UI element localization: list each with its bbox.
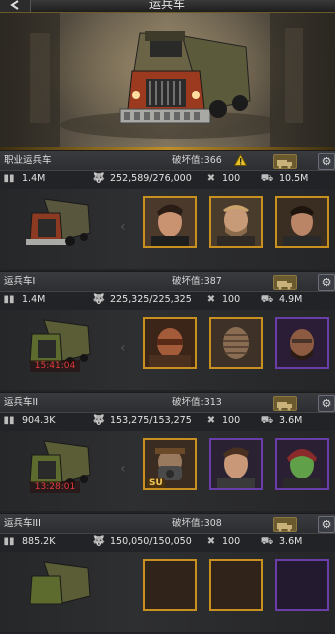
carrier-name: 运兵车I [4,276,36,287]
damage-value: 破坏值:387 [172,276,222,287]
stats-row: ▮▮ 885.2K 🐺 150,050/150,050 ✖ 100 ⛟ 3.6M [0,533,335,551]
hero-portrait-slot-3[interactable] [275,438,329,490]
settings-gear-button[interactable]: ⚙ [318,274,335,291]
ammo-icon: ▮▮ [3,415,15,426]
repair-tools-icon: ✖ [206,415,216,426]
repair-tools-icon: ✖ [206,294,216,305]
truck-status-icon[interactable] [273,275,297,290]
troops-value: 150,050/150,050 [110,536,192,547]
card-header: 运兵车II 破坏值:313 ⚙ [0,393,335,413]
durability-value: 100 [222,294,241,305]
armored-truck-image [0,13,335,149]
card-header: 运兵车III 破坏值:308 ⚙ [0,514,335,534]
troop-carrier-card[interactable]: 运兵车III 破坏值:308 ⚙ ▮▮ 885.2K 🐺 150,050/150… [0,514,335,634]
troop-carrier-card[interactable]: 职业运兵车 破坏值:366 ⚙ ▮▮ 1.4M 🐺 252,589/276,00… [0,151,335,271]
hero-portrait-slot-1[interactable] [143,317,197,369]
countdown-timer: 15:41:04 [30,360,80,372]
card-header: 职业运兵车 破坏值:366 ⚙ [0,151,335,171]
power-value: 885.2K [22,536,56,547]
troops-icon: 🐺 [92,536,106,547]
settings-gear-button[interactable]: ⚙ [318,516,335,533]
carrier-name: 运兵车II [4,397,39,408]
top-bar: 运兵车 [0,0,335,13]
chevron-left-icon: ‹ [120,461,126,477]
chevron-left-icon: ‹ [120,219,126,235]
load-value: 10.5M [279,173,309,184]
ammo-icon: ▮▮ [3,536,15,547]
card-body: 13:28:01 ‹ SU [0,431,335,511]
carrier-name: 职业运兵车 [4,155,52,166]
countdown-timer: 13:28:01 [30,481,80,493]
back-button[interactable] [0,0,31,12]
repair-tools-icon: ✖ [206,173,216,184]
stats-row: ▮▮ 904.3K 🐺 153,275/153,275 ✖ 100 ⛟ 3.6M [0,412,335,430]
load-value: 3.6M [279,415,303,426]
gear-icon: ⚙ [321,276,332,289]
stats-row: ▮▮ 1.4M 🐺 225,325/225,325 ✖ 100 ⛟ 4.9M [0,291,335,309]
hero-portrait-slot-2[interactable] [209,196,263,248]
load-truck-icon: ⛟ [260,173,274,184]
settings-gear-button[interactable]: ⚙ [318,395,335,412]
hero-truck-banner [0,13,335,149]
page-title: 运兵车 [148,0,185,11]
troop-carrier-card[interactable]: 运兵车II 破坏值:313 ⚙ ▮▮ 904.3K 🐺 153,275/153,… [0,393,335,513]
ammo-icon: ▮▮ [3,294,15,305]
back-arrow-icon [10,0,19,10]
hero-portrait-slot-2[interactable] [209,438,263,490]
load-value: 4.9M [279,294,303,305]
truck-thumbnail[interactable] [14,191,94,249]
stats-row: ▮▮ 1.4M 🐺 252,589/276,000 ✖ 100 ⛟ 10.5M [0,170,335,188]
hero-portrait-slot-1[interactable]: SU [143,438,197,490]
durability-value: 100 [222,173,241,184]
banner-divider [0,147,335,150]
damage-value: 破坏值:313 [172,397,222,408]
card-body: ‹ [0,189,335,269]
gear-icon: ⚙ [321,397,332,410]
card-body: 15:41:04 ‹ [0,310,335,390]
card-body [0,552,335,632]
truck-status-icon[interactable] [273,154,297,169]
power-value: 1.4M [22,173,46,184]
damage-value: 破坏值:366 [172,155,222,166]
repair-tools-icon: ✖ [206,536,216,547]
troops-icon: 🐺 [92,294,106,305]
hero-portrait-slot-3[interactable] [275,196,329,248]
durability-value: 100 [222,536,241,547]
card-header: 运兵车I 破坏值:387 ⚙ [0,272,335,292]
troops-icon: 🐺 [92,173,106,184]
durability-value: 100 [222,415,241,426]
troops-value: 225,325/225,325 [110,294,192,305]
chevron-left-icon: ‹ [120,340,126,356]
load-value: 3.6M [279,536,303,547]
power-value: 904.3K [22,415,56,426]
troop-carrier-card[interactable]: 运兵车I 破坏值:387 ⚙ ▮▮ 1.4M 🐺 225,325/225,325… [0,272,335,392]
carrier-name: 运兵车III [4,518,41,529]
settings-gear-button[interactable]: ⚙ [318,153,335,170]
hero-portrait-slot-1[interactable] [143,559,197,611]
truck-status-icon[interactable] [273,517,297,532]
hero-portrait-slot-3[interactable] [275,317,329,369]
damage-value: 破坏值:308 [172,518,222,529]
troops-value: 153,275/153,275 [110,415,192,426]
troops-icon: 🐺 [92,415,106,426]
hero-portrait-slot-1[interactable] [143,196,197,248]
ammo-icon: ▮▮ [3,173,15,184]
gear-icon: ⚙ [321,155,332,168]
troops-value: 252,589/276,000 [110,173,192,184]
truck-status-icon[interactable] [273,396,297,411]
truck-thumbnail[interactable] [14,554,94,612]
rank-medal-badge: SU [147,478,165,488]
warning-icon[interactable] [234,154,247,166]
gear-icon: ⚙ [321,518,332,531]
load-truck-icon: ⛟ [260,294,274,305]
hero-portrait-slot-3[interactable] [275,559,329,611]
load-truck-icon: ⛟ [260,536,274,547]
hero-portrait-slot-2[interactable] [209,559,263,611]
hero-portrait-slot-2[interactable] [209,317,263,369]
load-truck-icon: ⛟ [260,415,274,426]
power-value: 1.4M [22,294,46,305]
